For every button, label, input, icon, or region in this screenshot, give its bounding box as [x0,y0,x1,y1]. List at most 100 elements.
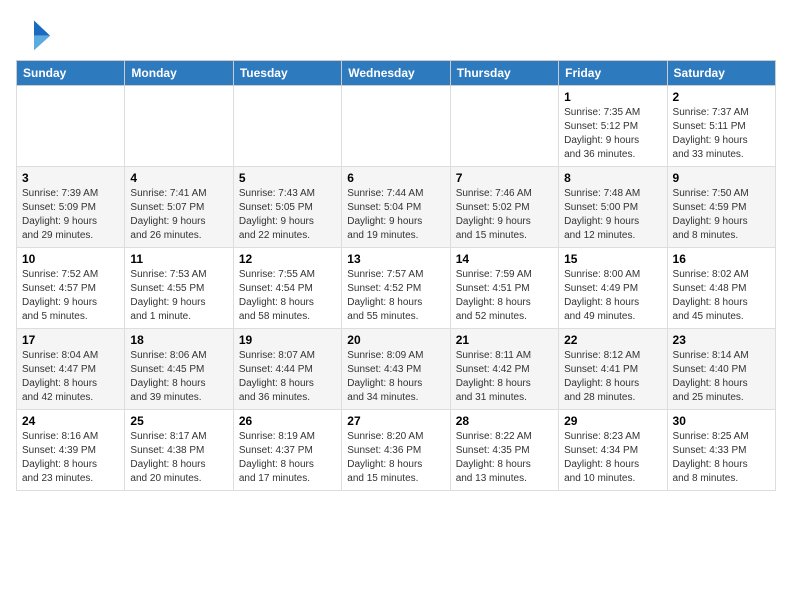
day-info: Sunrise: 8:14 AM Sunset: 4:40 PM Dayligh… [673,349,770,405]
day-info: Sunrise: 7:50 AM Sunset: 4:59 PM Dayligh… [673,187,770,243]
calendar-day-cell: 11 Sunrise: 7:53 AM Sunset: 4:55 PM Dayli… [125,248,233,329]
day-info: Sunrise: 8:17 AM Sunset: 4:38 PM Dayligh… [130,430,227,486]
day-info: Sunrise: 7:43 AM Sunset: 5:05 PM Dayligh… [239,187,336,243]
day-number: 27 [347,414,444,428]
calendar-day-cell: 27Sunrise: 8:20 AM Sunset: 4:36 PM Dayli… [342,410,450,491]
day-number: 6 [347,171,444,185]
day-number: 13 [347,252,444,266]
day-number: 29 [564,414,661,428]
day-number: 30 [673,414,770,428]
calendar-week-row: 10 Sunrise: 7:52 AM Sunset: 4:57 PM Dayli… [17,248,776,329]
logo-icon [16,16,52,52]
calendar-day-cell: 28 Sunrise: 8:22 AM Sunset: 4:35 PM Dayli… [450,410,558,491]
calendar-day-cell: 3Sunrise: 7:39 AM Sunset: 5:09 PM Daylig… [17,167,125,248]
calendar-day-cell: 23 Sunrise: 8:14 AM Sunset: 4:40 PM Dayli… [667,329,775,410]
calendar-week-row: 24 Sunrise: 8:16 AM Sunset: 4:39 PM Dayli… [17,410,776,491]
page-header [16,16,776,52]
day-info: Sunrise: 8:23 AM Sunset: 4:34 PM Dayligh… [564,430,661,486]
day-number: 11 [130,252,227,266]
calendar-week-row: 17 Sunrise: 8:04 AM Sunset: 4:47 PM Dayli… [17,329,776,410]
day-number: 15 [564,252,661,266]
day-info: Sunrise: 7:55 AM Sunset: 4:54 PM Dayligh… [239,268,336,324]
weekday-header-cell: Friday [559,61,667,86]
calendar-week-row: 3Sunrise: 7:39 AM Sunset: 5:09 PM Daylig… [17,167,776,248]
day-number: 12 [239,252,336,266]
calendar-day-cell [125,86,233,167]
calendar-day-cell: 4Sunrise: 7:41 AM Sunset: 5:07 PM Daylig… [125,167,233,248]
day-number: 21 [456,333,553,347]
calendar-day-cell: 1Sunrise: 7:35 AM Sunset: 5:12 PM Daylig… [559,86,667,167]
calendar-day-cell: 7 Sunrise: 7:46 AM Sunset: 5:02 PM Daylig… [450,167,558,248]
calendar-day-cell: 5 Sunrise: 7:43 AM Sunset: 5:05 PM Daylig… [233,167,341,248]
calendar-day-cell: 18 Sunrise: 8:06 AM Sunset: 4:45 PM Dayli… [125,329,233,410]
day-info: Sunrise: 8:06 AM Sunset: 4:45 PM Dayligh… [130,349,227,405]
day-info: Sunrise: 7:57 AM Sunset: 4:52 PM Dayligh… [347,268,444,324]
day-info: Sunrise: 7:41 AM Sunset: 5:07 PM Dayligh… [130,187,227,243]
calendar-day-cell: 15 Sunrise: 8:00 AM Sunset: 4:49 PM Dayli… [559,248,667,329]
calendar-week-row: 1Sunrise: 7:35 AM Sunset: 5:12 PM Daylig… [17,86,776,167]
calendar-day-cell: 10 Sunrise: 7:52 AM Sunset: 4:57 PM Dayli… [17,248,125,329]
day-info: Sunrise: 7:35 AM Sunset: 5:12 PM Dayligh… [564,106,661,162]
weekday-header-cell: Sunday [17,61,125,86]
weekday-header-cell: Tuesday [233,61,341,86]
day-number: 19 [239,333,336,347]
day-info: Sunrise: 8:12 AM Sunset: 4:41 PM Dayligh… [564,349,661,405]
calendar-day-cell: 16 Sunrise: 8:02 AM Sunset: 4:48 PM Dayli… [667,248,775,329]
day-number: 7 [456,171,553,185]
day-number: 10 [22,252,119,266]
calendar-table: SundayMondayTuesdayWednesdayThursdayFrid… [16,60,776,491]
calendar-day-cell: 8Sunrise: 7:48 AM Sunset: 5:00 PM Daylig… [559,167,667,248]
calendar-day-cell [233,86,341,167]
day-info: Sunrise: 8:11 AM Sunset: 4:42 PM Dayligh… [456,349,553,405]
calendar-day-cell: 14Sunrise: 7:59 AM Sunset: 4:51 PM Dayli… [450,248,558,329]
day-number: 16 [673,252,770,266]
weekday-header-row: SundayMondayTuesdayWednesdayThursdayFrid… [17,61,776,86]
day-info: Sunrise: 8:02 AM Sunset: 4:48 PM Dayligh… [673,268,770,324]
day-info: Sunrise: 8:04 AM Sunset: 4:47 PM Dayligh… [22,349,119,405]
day-info: Sunrise: 7:52 AM Sunset: 4:57 PM Dayligh… [22,268,119,324]
day-number: 26 [239,414,336,428]
day-info: Sunrise: 7:37 AM Sunset: 5:11 PM Dayligh… [673,106,770,162]
day-number: 9 [673,171,770,185]
calendar-day-cell: 20 Sunrise: 8:09 AM Sunset: 4:43 PM Dayli… [342,329,450,410]
day-info: Sunrise: 8:16 AM Sunset: 4:39 PM Dayligh… [22,430,119,486]
day-number: 28 [456,414,553,428]
day-number: 17 [22,333,119,347]
calendar-day-cell: 9 Sunrise: 7:50 AM Sunset: 4:59 PM Daylig… [667,167,775,248]
calendar-day-cell: 22 Sunrise: 8:12 AM Sunset: 4:41 PM Dayli… [559,329,667,410]
calendar-day-cell: 29 Sunrise: 8:23 AM Sunset: 4:34 PM Dayli… [559,410,667,491]
day-info: Sunrise: 7:53 AM Sunset: 4:55 PM Dayligh… [130,268,227,324]
calendar-day-cell: 25Sunrise: 8:17 AM Sunset: 4:38 PM Dayli… [125,410,233,491]
day-info: Sunrise: 7:46 AM Sunset: 5:02 PM Dayligh… [456,187,553,243]
day-number: 20 [347,333,444,347]
calendar-day-cell: 2 Sunrise: 7:37 AM Sunset: 5:11 PM Daylig… [667,86,775,167]
day-number: 24 [22,414,119,428]
day-info: Sunrise: 8:19 AM Sunset: 4:37 PM Dayligh… [239,430,336,486]
day-number: 3 [22,171,119,185]
day-number: 5 [239,171,336,185]
day-number: 14 [456,252,553,266]
calendar-day-cell: 13 Sunrise: 7:57 AM Sunset: 4:52 PM Dayli… [342,248,450,329]
logo [16,16,56,52]
day-info: Sunrise: 8:07 AM Sunset: 4:44 PM Dayligh… [239,349,336,405]
day-number: 22 [564,333,661,347]
calendar-day-cell: 17 Sunrise: 8:04 AM Sunset: 4:47 PM Dayli… [17,329,125,410]
day-number: 23 [673,333,770,347]
day-number: 8 [564,171,661,185]
day-info: Sunrise: 8:09 AM Sunset: 4:43 PM Dayligh… [347,349,444,405]
calendar-day-cell: 12 Sunrise: 7:55 AM Sunset: 4:54 PM Dayli… [233,248,341,329]
calendar-day-cell: 30Sunrise: 8:25 AM Sunset: 4:33 PM Dayli… [667,410,775,491]
calendar-day-cell: 26 Sunrise: 8:19 AM Sunset: 4:37 PM Dayli… [233,410,341,491]
day-info: Sunrise: 8:00 AM Sunset: 4:49 PM Dayligh… [564,268,661,324]
weekday-header-cell: Monday [125,61,233,86]
day-number: 18 [130,333,227,347]
calendar-day-cell: 19 Sunrise: 8:07 AM Sunset: 4:44 PM Dayli… [233,329,341,410]
day-number: 2 [673,90,770,104]
calendar-body: 1Sunrise: 7:35 AM Sunset: 5:12 PM Daylig… [17,86,776,491]
weekday-header-cell: Wednesday [342,61,450,86]
calendar-day-cell [17,86,125,167]
weekday-header-cell: Thursday [450,61,558,86]
day-info: Sunrise: 8:22 AM Sunset: 4:35 PM Dayligh… [456,430,553,486]
day-info: Sunrise: 7:44 AM Sunset: 5:04 PM Dayligh… [347,187,444,243]
calendar-day-cell: 21 Sunrise: 8:11 AM Sunset: 4:42 PM Dayli… [450,329,558,410]
